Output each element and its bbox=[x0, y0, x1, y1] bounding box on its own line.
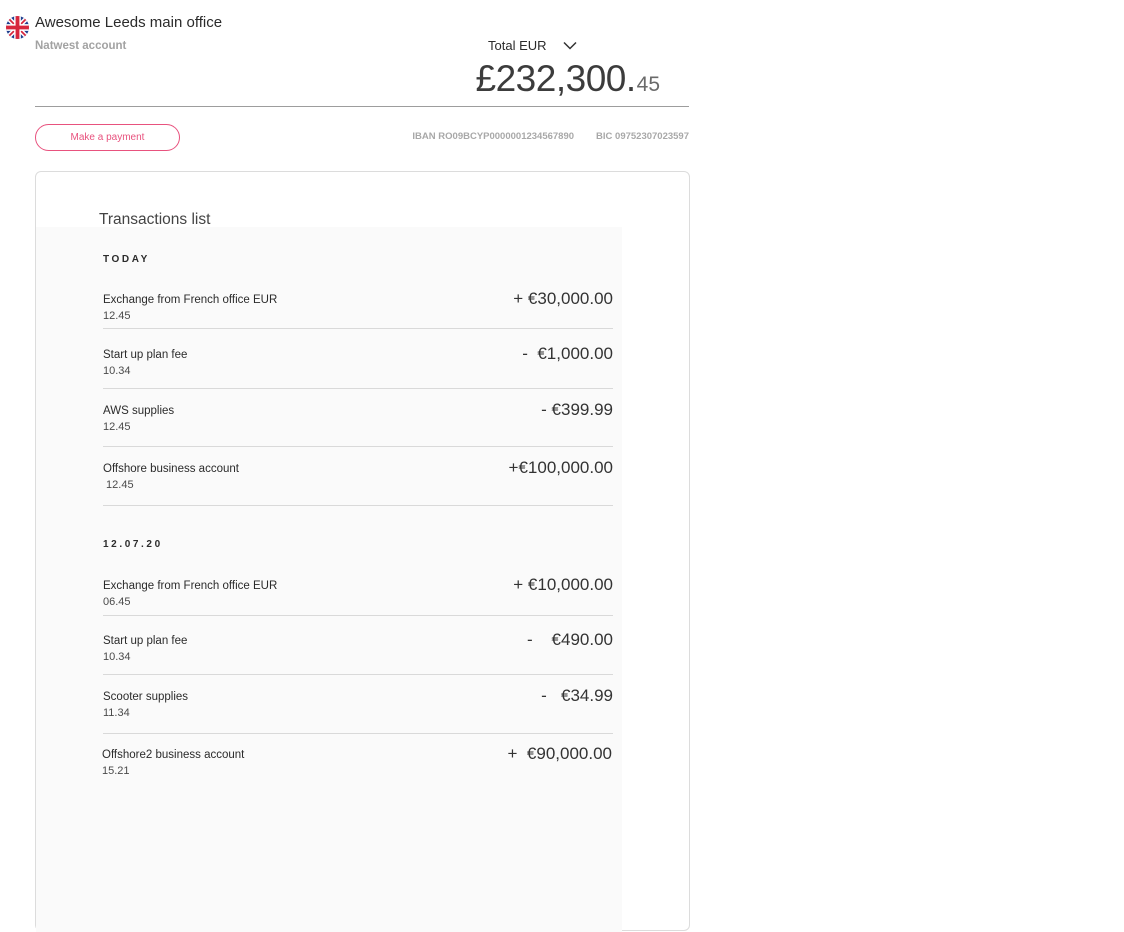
chevron-down-icon[interactable] bbox=[563, 41, 577, 50]
transaction-time: 12.45 bbox=[103, 310, 131, 322]
transaction-amount: - €1,000.00 bbox=[522, 344, 613, 363]
transaction-time: 15.21 bbox=[102, 765, 130, 777]
transaction-amount: + €90,000.00 bbox=[507, 744, 612, 763]
transactions-title: Transactions list bbox=[99, 211, 211, 228]
transactions-panel[interactable]: TODAY Exchange from French office EUR 12… bbox=[36, 227, 622, 932]
transaction-amount: - €490.00 bbox=[526, 630, 613, 649]
currency-label: Total EUR bbox=[488, 38, 547, 53]
bic-text: BIC 09752307023597 bbox=[596, 131, 689, 142]
transaction-amount: + €30,000.00 bbox=[513, 289, 613, 308]
transaction-name: AWS supplies bbox=[103, 405, 175, 417]
balance-amount: £232,300. bbox=[475, 58, 637, 99]
balance-cents: 45 bbox=[636, 73, 660, 96]
transaction-row[interactable]: Exchange from French office EUR 12.45 + … bbox=[103, 289, 613, 329]
transaction-name: Offshore2 business account bbox=[102, 749, 245, 761]
transaction-name: Start up plan fee bbox=[103, 349, 188, 361]
transaction-row[interactable]: Scooter supplies 11.34 - €34.99 bbox=[103, 686, 613, 734]
transactions-card: TODAY Exchange from French office EUR 12… bbox=[35, 171, 690, 932]
make-payment-button[interactable]: Make a payment bbox=[35, 124, 180, 151]
transaction-time: 10.34 bbox=[103, 365, 131, 377]
transaction-row[interactable]: Exchange from French office EUR 06.45 + … bbox=[103, 575, 613, 616]
transaction-amount: +€100,000.00 bbox=[508, 458, 613, 477]
header-divider bbox=[35, 106, 689, 107]
bank-codes: IBAN RO09BCYP0000001234567890 BIC 097523… bbox=[412, 131, 689, 142]
transaction-time: 12.45 bbox=[103, 421, 131, 433]
transaction-name: Scooter supplies bbox=[103, 691, 189, 703]
transaction-row[interactable]: Start up plan fee 10.34 - €490.00 bbox=[103, 630, 613, 675]
transaction-amount: - €34.99 bbox=[541, 686, 613, 705]
transaction-amount: - €399.99 bbox=[541, 400, 613, 419]
transaction-time: 12.45 bbox=[103, 479, 134, 491]
group-label-date: 12.07.20 bbox=[103, 539, 163, 550]
account-subtitle: Natwest account bbox=[35, 40, 127, 52]
iban-text: IBAN RO09BCYP0000001234567890 bbox=[412, 131, 575, 142]
transaction-name: Start up plan fee bbox=[103, 635, 188, 647]
transaction-name: Offshore business account bbox=[103, 463, 239, 475]
transaction-row[interactable]: Start up plan fee 10.34 - €1,000.00 bbox=[103, 344, 613, 389]
transaction-row[interactable]: AWS supplies 12.45 - €399.99 bbox=[103, 400, 613, 447]
transaction-row[interactable]: Offshore2 business account 15.21 + €90,0… bbox=[102, 744, 612, 789]
transaction-row[interactable]: Offshore business account 12.45 +€100,00… bbox=[103, 458, 613, 506]
total-balance: £232,300.45 bbox=[476, 58, 660, 100]
transaction-amount: + €10,000.00 bbox=[513, 575, 613, 594]
transaction-time: 11.34 bbox=[103, 707, 130, 719]
currency-selector[interactable]: Total EUR bbox=[488, 38, 577, 53]
uk-flag-icon bbox=[6, 16, 29, 39]
transaction-name: Exchange from French office EUR bbox=[103, 294, 278, 306]
transaction-time: 06.45 bbox=[103, 596, 131, 608]
transaction-name: Exchange from French office EUR bbox=[103, 580, 278, 592]
transaction-time: 10.34 bbox=[103, 651, 131, 663]
account-title: Awesome Leeds main office bbox=[35, 14, 223, 31]
group-label-today: TODAY bbox=[103, 254, 150, 265]
